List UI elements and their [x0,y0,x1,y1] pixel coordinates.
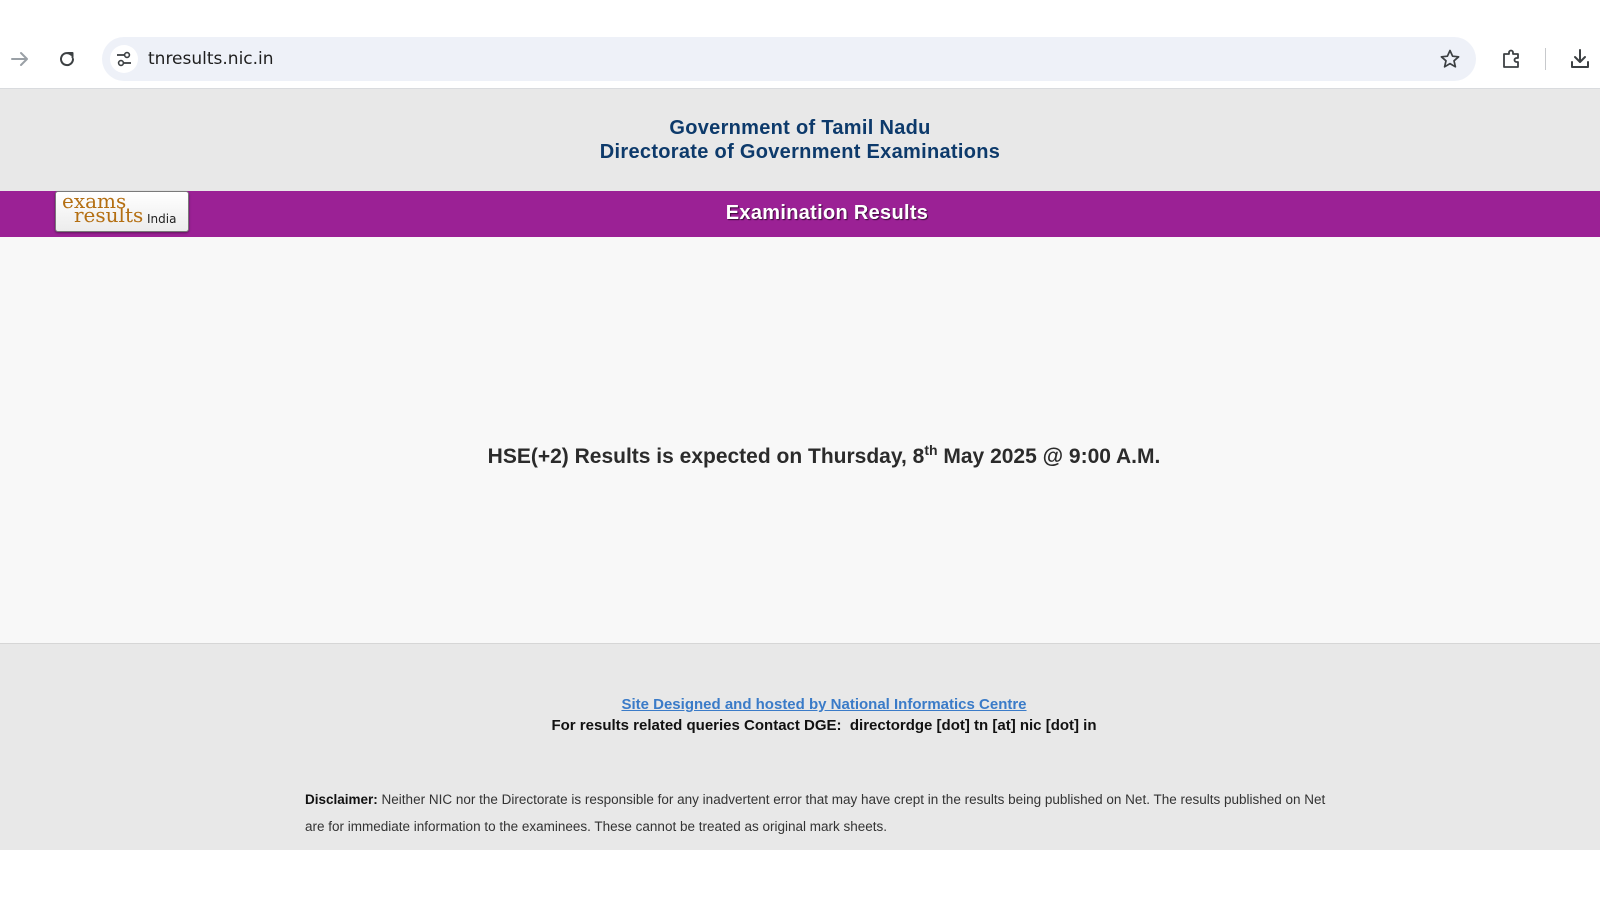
announcement-text-start: HSE(+2) Results is expected on Thursday,… [487,445,925,468]
tune-icon [117,51,131,67]
reload-button[interactable] [52,44,82,74]
header-directorate: Directorate of Government Examinations [599,141,1001,163]
disclaimer: Disclaimer: Neither NIC nor the Director… [305,786,1335,840]
download-icon [1571,49,1589,68]
result-announcement: HSE(+2) Results is expected on Thursday,… [0,442,1600,469]
page-bottom [0,850,1600,900]
header-government: Government of Tamil Nadu [669,117,931,139]
web-page: Government of Tamil Nadu Directorate of … [0,89,1600,900]
contact-info: For results related queries Contact DGE:… [551,717,1097,734]
star-icon [1440,49,1460,68]
address-bar[interactable]: tnresults.nic.in [102,37,1476,81]
bookmark-button[interactable] [1438,47,1462,71]
downloads-button[interactable] [1565,44,1595,74]
url-text[interactable]: tnresults.nic.in [148,49,274,69]
nic-credit-link[interactable]: Site Designed and hosted by National Inf… [0,696,1600,713]
reload-icon [60,52,75,67]
extensions-button[interactable] [1497,44,1527,74]
page-footer: Site Designed and hosted by National Inf… [0,643,1600,851]
site-info-button[interactable] [110,45,138,73]
arrow-right-icon [11,52,28,66]
toolbar-separator [1545,48,1546,70]
banner-title: Examination Results [725,202,929,224]
browser-toolbar: tnresults.nic.in [0,0,1600,89]
announcement-text-end: May 2025 @ 9:00 A.M. [937,445,1161,468]
page-header: Government of Tamil Nadu Directorate of … [0,89,1600,191]
forward-button[interactable] [5,44,35,74]
announcement-ordinal: th [924,442,938,458]
puzzle-icon [1503,49,1519,68]
results-banner: exams results India Examination Results [0,191,1600,237]
disclaimer-label: Disclaimer: [305,792,378,807]
main-content: HSE(+2) Results is expected on Thursday,… [0,237,1600,643]
disclaimer-text: Neither NIC nor the Directorate is respo… [305,792,1326,834]
